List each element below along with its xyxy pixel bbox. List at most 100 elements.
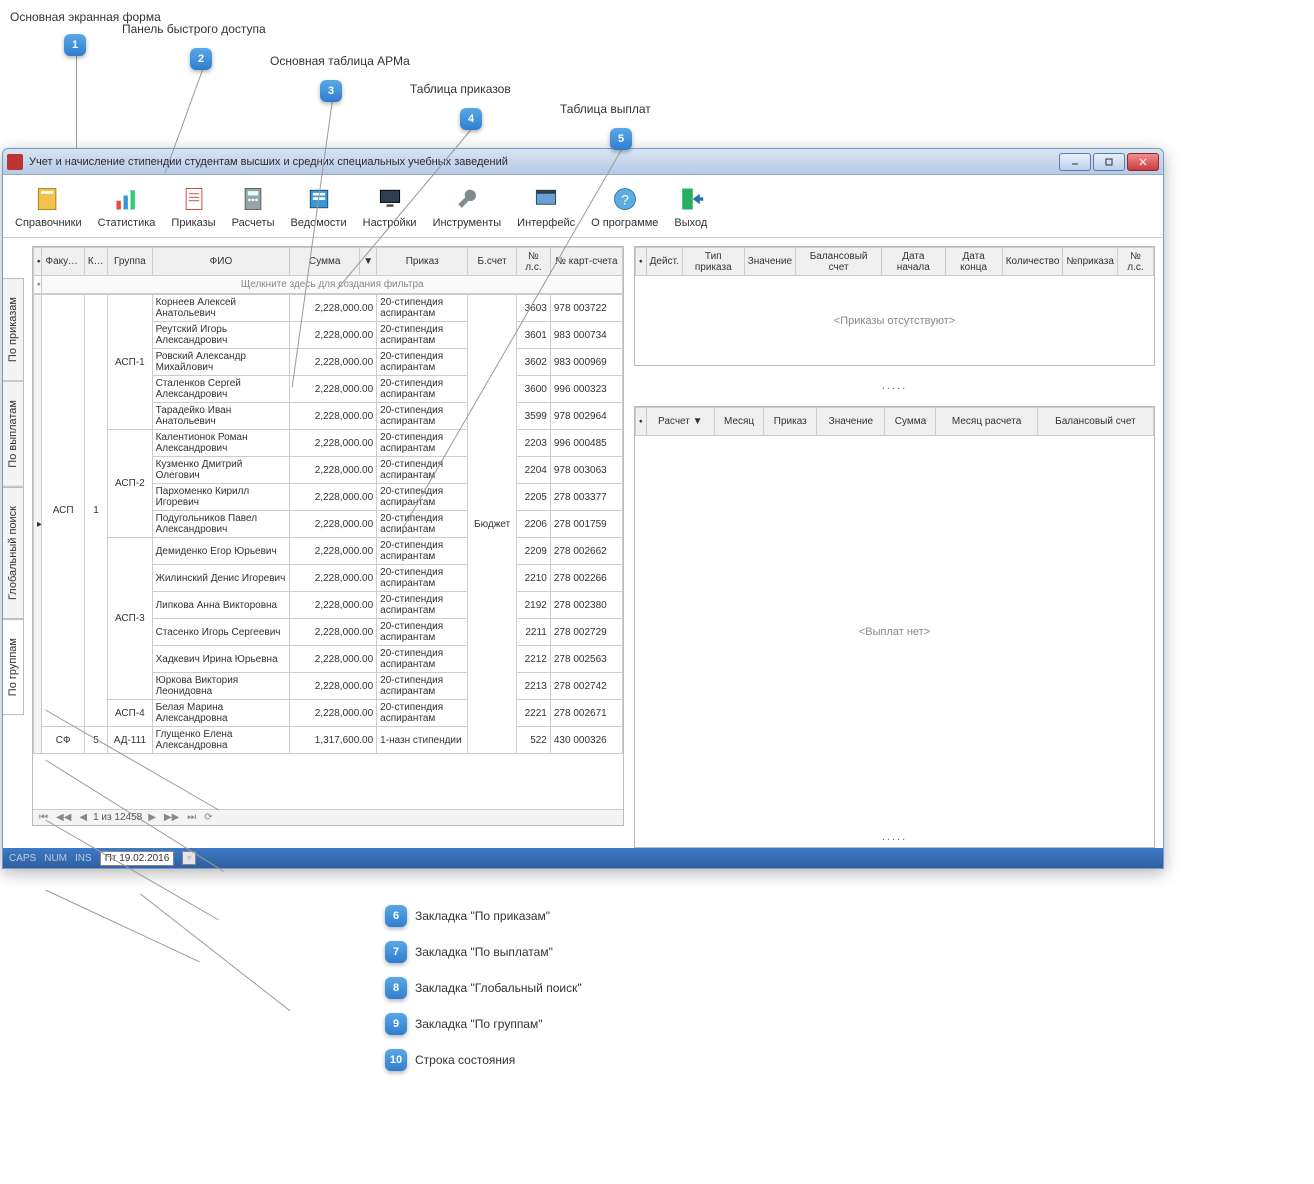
table-row[interactable]: АСП-2Калентионок Роман Александрович2,22…	[34, 430, 623, 457]
main-table-body[interactable]: ▸АСП1АСП-1Корнеев Алексей Анатольевич2,2…	[33, 294, 623, 809]
callout-4-label: Таблица приказов	[410, 82, 511, 96]
payments-footer-dots: .....	[635, 827, 1154, 847]
status-ins: INS	[75, 853, 92, 864]
orders-col-value[interactable]: Значение	[744, 248, 795, 276]
orders-col-ls[interactable]: № л.с.	[1117, 248, 1153, 276]
table-row[interactable]: ▸АСП1АСП-1Корнеев Алексей Анатольевич2,2…	[34, 295, 623, 322]
nav-next-icon[interactable]: ▶	[146, 812, 158, 823]
pay-col-monthcalc[interactable]: Месяц расчета	[936, 408, 1037, 436]
toolbar-label: Приказы	[171, 217, 215, 229]
report-icon	[303, 183, 335, 215]
toolbar-label: Справочники	[15, 217, 82, 229]
minimize-button[interactable]	[1059, 153, 1091, 171]
pay-col-value[interactable]: Значение	[817, 408, 885, 436]
col-course[interactable]: Курс	[84, 248, 107, 276]
toolbar-reports[interactable]: Ведомости	[283, 181, 355, 231]
date-dropdown-button[interactable]: ▾	[182, 851, 196, 865]
callout-5-bubble: 5	[610, 128, 640, 150]
toolbar-exit[interactable]: Выход	[666, 181, 715, 231]
status-bar: CAPS NUM INS Пт 19.02.2016 ▾	[3, 848, 1163, 868]
nav-prevpage-icon[interactable]: ◀◀	[54, 812, 73, 823]
svg-text:?: ?	[621, 191, 629, 207]
maximize-button[interactable]	[1093, 153, 1125, 171]
tab-by-groups[interactable]: По группам	[3, 619, 24, 715]
pay-col-sum[interactable]: Сумма	[885, 408, 936, 436]
orders-col-balance[interactable]: Балансовый счет	[796, 248, 882, 276]
toolbar-interface[interactable]: Интерфейс	[509, 181, 583, 231]
payments-table[interactable]: ⬩ Расчет ▼ Месяц Приказ Значение Сумма М…	[634, 406, 1155, 848]
table-row[interactable]: СФ5АД-111Глущенко Елена Александровна1,3…	[34, 727, 623, 754]
col-fio[interactable]: ФИО	[152, 248, 290, 276]
status-date-text: Пт 19.02.2016	[105, 853, 170, 864]
document-icon	[178, 183, 210, 215]
status-date-field[interactable]: Пт 19.02.2016	[100, 851, 175, 866]
nav-last-icon[interactable]: ⏭	[185, 812, 198, 823]
table-row[interactable]: АСП-4Белая Марина Александровна2,228,000…	[34, 700, 623, 727]
payments-empty: <Выплат нет>	[635, 436, 1154, 827]
orders-col-count[interactable]: Количество	[1002, 248, 1063, 276]
col-sum-sort[interactable]: ▼	[360, 248, 377, 276]
exit-icon	[675, 183, 707, 215]
nav-prev-icon[interactable]: ◀	[77, 812, 89, 823]
nav-first-icon[interactable]: ⏮	[37, 812, 50, 823]
pay-col-calc[interactable]: Расчет ▼	[646, 408, 714, 436]
splitter-dots[interactable]: .....	[634, 376, 1155, 396]
tab-by-payments[interactable]: По выплатам	[3, 381, 24, 487]
table-row[interactable]: АСП-3Демиденко Егор Юрьевич2,228,000.002…	[34, 538, 623, 565]
close-button[interactable]	[1127, 153, 1159, 171]
main-arm-table[interactable]: ⬩ Факультет Курс Группа ФИО Сумма ▼ Прик…	[32, 246, 624, 826]
orders-table[interactable]: ⬩ Дейст. Тип приказа Значение Балансовый…	[634, 246, 1155, 366]
col-group[interactable]: Группа	[108, 248, 152, 276]
toolbar-label: О программе	[591, 217, 658, 229]
status-num: NUM	[44, 853, 67, 864]
col-bscore[interactable]: Б.счет	[468, 248, 517, 276]
toolbar-label: Статистика	[98, 217, 156, 229]
filter-hint[interactable]: Щелкните здесь для создания фильтра	[42, 276, 623, 294]
toolbar-label: Расчеты	[232, 217, 275, 229]
toolbar-orders[interactable]: Приказы	[163, 181, 223, 231]
callout-1-bubble: 1	[64, 34, 94, 56]
quick-access-toolbar: Справочники Статистика Приказы Расчеты В…	[3, 175, 1163, 238]
toolbar-tools[interactable]: Инструменты	[425, 181, 510, 231]
callout-6-label: Закладка "По приказам"	[415, 909, 550, 923]
window-title: Учет и начисление стипендии студентам вы…	[29, 156, 1057, 168]
callout-4-bubble: 4	[460, 108, 490, 130]
pay-col-balance[interactable]: Балансовый счет	[1037, 408, 1153, 436]
callout-10-label: Строка состояния	[415, 1053, 515, 1067]
callout-5-label: Таблица выплат	[560, 102, 651, 116]
pay-col-month[interactable]: Месяц	[714, 408, 763, 436]
tab-global-search[interactable]: Глобальный поиск	[3, 487, 24, 619]
callout-2-bubble: 2	[190, 48, 220, 70]
row-indicator-header[interactable]: ⬩	[34, 248, 42, 276]
nav-nextpage-icon[interactable]: ▶▶	[162, 812, 181, 823]
toolbar-about[interactable]: ? О программе	[583, 181, 666, 231]
col-card[interactable]: № карт-счета	[550, 248, 622, 276]
callout-2-label: Панель быстрого доступа	[122, 22, 266, 36]
orders-col-type[interactable]: Тип приказа	[682, 248, 744, 276]
titlebar[interactable]: Учет и начисление стипендии студентам вы…	[3, 149, 1163, 175]
orders-col-dateend[interactable]: Дата конца	[945, 248, 1002, 276]
toolbar-statistics[interactable]: Статистика	[90, 181, 164, 231]
toolbar-label: Ведомости	[291, 217, 347, 229]
toolbar-settings[interactable]: Настройки	[355, 181, 425, 231]
toolbar-references[interactable]: Справочники	[7, 181, 90, 231]
pay-col-order[interactable]: Приказ	[764, 408, 817, 436]
toolbar-label: Инструменты	[433, 217, 502, 229]
app-icon	[7, 154, 23, 170]
col-faculty[interactable]: Факультет	[42, 248, 84, 276]
col-ls[interactable]: № л.с.	[516, 248, 550, 276]
col-order[interactable]: Приказ	[377, 248, 468, 276]
col-sum[interactable]: Сумма	[290, 248, 360, 276]
orders-col-datestart[interactable]: Дата начала	[882, 248, 945, 276]
record-navigator[interactable]: ⏮ ◀◀ ◀ 1 из 12458 ▶ ▶▶ ⏭ ⟳	[33, 809, 623, 825]
orders-col-orderno[interactable]: №приказа	[1063, 248, 1117, 276]
tab-by-orders[interactable]: По приказам	[3, 278, 24, 381]
callout-9-label: Закладка "По группам"	[415, 1017, 543, 1031]
toolbar-calculations[interactable]: Расчеты	[224, 181, 283, 231]
vertical-tabs: По приказам По выплатам Глобальный поиск…	[3, 278, 24, 848]
orders-col-action[interactable]: Дейст.	[646, 248, 682, 276]
book-icon	[32, 183, 64, 215]
callout-8-label: Закладка "Глобальный поиск"	[415, 981, 582, 995]
nav-refresh-icon[interactable]: ⟳	[202, 812, 214, 823]
chart-icon	[111, 183, 143, 215]
